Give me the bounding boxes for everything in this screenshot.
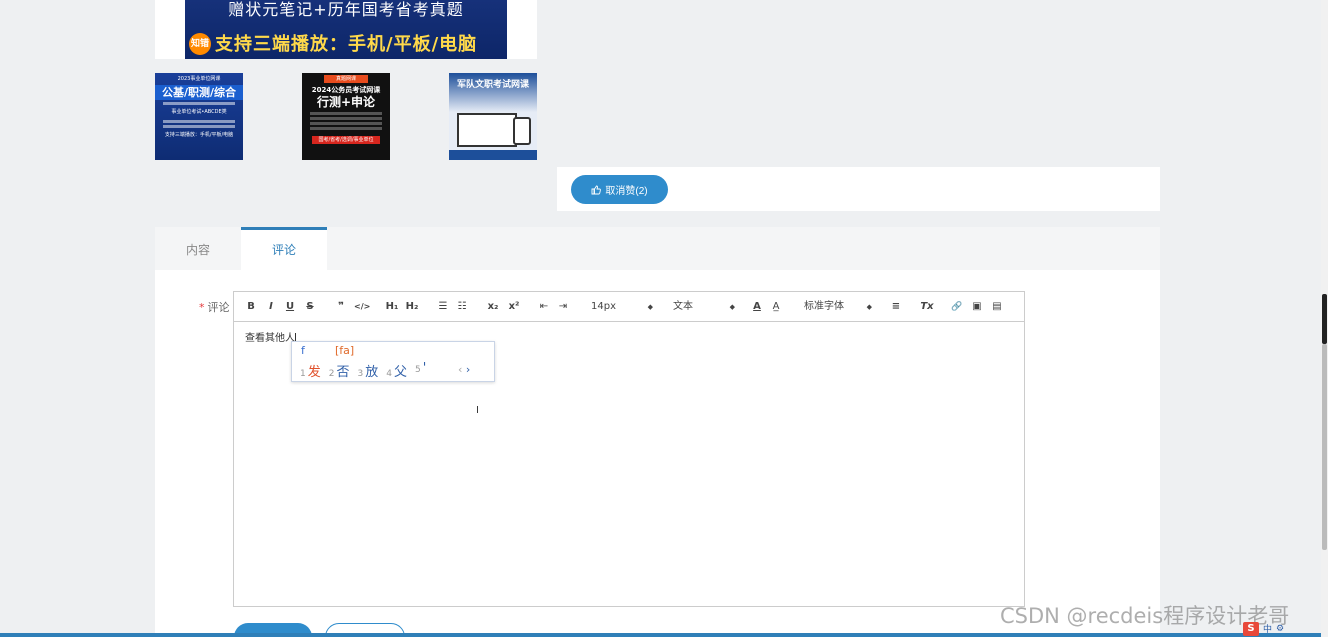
thumbnail-line xyxy=(163,102,235,105)
thumbnail-line xyxy=(310,122,382,125)
thumbnail-footer-strip xyxy=(449,150,537,160)
ime-candidate[interactable]: 2否 xyxy=(329,361,350,380)
thumbnail-line xyxy=(163,120,235,123)
indent-button[interactable]: ⇥ xyxy=(556,299,570,315)
font-size-value: 14px xyxy=(591,301,616,312)
ime-composition-letter: f xyxy=(301,344,305,357)
editor-content[interactable]: 查看其他人 xyxy=(245,329,296,344)
thumbnail-title: 军队文职考试网课 xyxy=(456,80,529,90)
thumbnail-top-text: 2023事业单位网课 xyxy=(177,76,221,82)
ime-candidate[interactable]: 5 ' xyxy=(415,361,426,380)
thumbnail-line xyxy=(310,117,382,120)
font-size-select[interactable]: 14px ◆ xyxy=(591,299,653,315)
tab-comments[interactable]: 评论 xyxy=(241,227,327,270)
header-select[interactable]: 文本 ◆ xyxy=(673,299,735,315)
ime-candidates: 1发 2否 3放 4父 5 ' xyxy=(300,361,426,380)
thumbnail-laptop-graphic xyxy=(457,113,517,147)
ime-next-icon[interactable]: › xyxy=(466,363,470,376)
ime-prev-icon[interactable]: ‹ xyxy=(458,363,462,376)
required-mark: * xyxy=(199,301,205,314)
unlike-label: 取消赞(2) xyxy=(605,186,648,197)
sogou-ime-icon[interactable]: S xyxy=(1243,621,1259,636)
bottom-progress-bar xyxy=(0,633,1328,637)
font-family-value: 标准字体 xyxy=(804,301,844,312)
banner-badge: 知错 xyxy=(189,33,211,55)
ordered-list-button[interactable]: ☰ xyxy=(436,299,450,315)
banner-image: 赠状元笔记+历年国考省考真题 知错 支持三端播放：手机/平板/电脑 xyxy=(185,0,507,59)
tab-content[interactable]: 内容 xyxy=(155,227,241,270)
ime-lang-indicator[interactable]: 中 xyxy=(1263,622,1272,635)
thumbnail-2[interactable]: 真题网课 2024公务员考试网课 行测+申论 国考/省考/选调/事业单位 xyxy=(302,73,390,160)
tray-settings-icon[interactable]: ⚙ xyxy=(1276,624,1284,634)
comment-label-text: 评论 xyxy=(207,301,230,314)
thumbnail-subtitle: 事业单位考试•ABCDE类 xyxy=(171,109,227,115)
superscript-button[interactable]: x² xyxy=(506,299,522,315)
bullet-list-button[interactable]: ☷ xyxy=(455,299,469,315)
align-button[interactable]: ≡ xyxy=(889,299,903,315)
thumbnail-line xyxy=(310,127,382,130)
font-color-button[interactable]: A xyxy=(751,299,763,315)
thumbnail-3[interactable]: 军队文职考试网课 xyxy=(449,73,537,160)
banner-line1: 赠状元笔记+历年国考省考真题 xyxy=(228,0,464,19)
scrollbar-thumb-range xyxy=(1322,344,1327,550)
ime-candidate[interactable]: 4父 xyxy=(386,361,407,380)
thumbnail-line xyxy=(163,125,235,128)
ime-page-nav: ‹ › xyxy=(458,363,470,376)
comment-field-label: * 评论 xyxy=(199,299,230,315)
video-button[interactable]: ▤ xyxy=(990,299,1004,315)
thumbnail-1[interactable]: 2023事业单位网课 公基/职测/综合 事业单位考试•ABCDE类 支持三端播放… xyxy=(155,73,243,160)
quote-button[interactable]: ❞ xyxy=(334,299,348,315)
background-color-button[interactable]: A̲ xyxy=(770,299,782,315)
banner-ad[interactable]: 赠状元笔记+历年国考省考真题 知错 支持三端播放：手机/平板/电脑 xyxy=(155,0,537,59)
thumbnail-footer: 国考/省考/选调/事业单位 xyxy=(312,136,380,144)
unlike-button[interactable]: 取消赞(2) xyxy=(571,175,668,204)
thumbs-up-icon xyxy=(591,185,602,194)
thumbnail-title: 公基/职测/综合 xyxy=(155,85,243,100)
thumbnail-line xyxy=(310,112,382,115)
font-family-select[interactable]: 标准字体 ◆ xyxy=(804,299,872,315)
code-button[interactable]: </> xyxy=(354,299,370,315)
thumbnail-tag: 真题网课 xyxy=(324,75,368,83)
ime-candidate[interactable]: 1发 xyxy=(300,361,321,380)
italic-button[interactable]: I xyxy=(265,299,277,315)
thumbnail-title: 行测+申论 xyxy=(316,95,376,109)
ime-candidate-window: f [fa] 1发 2否 3放 4父 5 ' ‹ › xyxy=(291,341,495,382)
text-cursor-icon: I xyxy=(476,405,479,416)
underline-button[interactable]: U xyxy=(284,299,296,315)
tab-bar: 内容 评论 xyxy=(155,227,1160,270)
thumbnail-phone-graphic xyxy=(513,117,531,145)
thumbnail-footer: 支持三端播放：手机/平板/电脑 xyxy=(164,132,234,138)
h2-button[interactable]: H₂ xyxy=(404,299,420,315)
scrollbar-thumb[interactable] xyxy=(1322,294,1327,344)
system-tray: S 中 ⚙ xyxy=(1243,620,1284,637)
select-caret-icon: ◆ xyxy=(647,303,653,311)
ime-candidate[interactable]: 3放 xyxy=(358,361,379,380)
outdent-button[interactable]: ⇤ xyxy=(537,299,551,315)
image-button[interactable]: ▣ xyxy=(970,299,984,315)
rich-text-editor: B I U S ❞ </> H₁ H₂ ☰ ☷ x₂ x² ⇤ ⇥ 14px ◆… xyxy=(233,291,1025,607)
clear-format-button[interactable]: Tx xyxy=(920,299,934,315)
strike-button[interactable]: S xyxy=(304,299,316,315)
header-value: 文本 xyxy=(673,301,693,312)
link-button[interactable]: 🔗 xyxy=(950,299,964,315)
editor-toolbar: B I U S ❞ </> H₁ H₂ ☰ ☷ x₂ x² ⇤ ⇥ 14px ◆… xyxy=(234,292,1024,322)
editor-text: 查看其他人 xyxy=(245,333,295,344)
subscript-button[interactable]: x₂ xyxy=(485,299,501,315)
select-caret-icon: ◆ xyxy=(866,303,872,311)
ime-pinyin: [fa] xyxy=(335,344,355,357)
like-panel: 取消赞(2) xyxy=(557,167,1160,211)
h1-button[interactable]: H₁ xyxy=(384,299,400,315)
thumbnail-top-text: 2024公务员考试网课 xyxy=(311,86,381,94)
bold-button[interactable]: B xyxy=(245,299,257,315)
banner-line2: 支持三端播放：手机/平板/电脑 xyxy=(215,34,478,55)
select-caret-icon: ◆ xyxy=(729,303,735,311)
